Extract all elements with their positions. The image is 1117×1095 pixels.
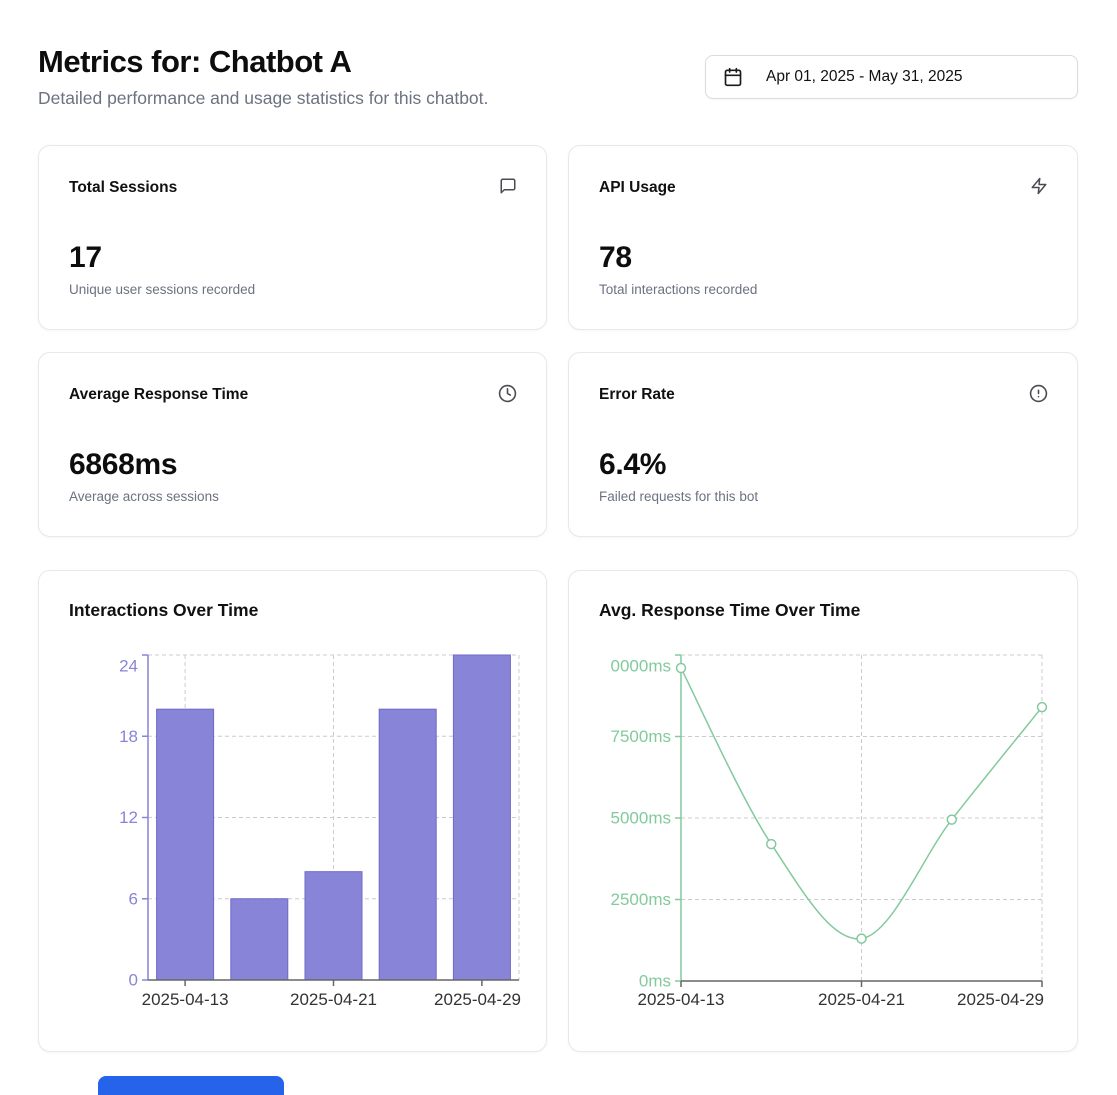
stat-card-description: Average across sessions: [69, 489, 219, 504]
total-sessions-card: Total Sessions 17 Unique user sessions r…: [38, 145, 547, 330]
chart-title: Avg. Response Time Over Time: [599, 600, 860, 621]
api-usage-card: API Usage 78 Total interactions recorded: [568, 145, 1078, 330]
zap-icon: [1030, 177, 1048, 195]
clock-icon: [498, 384, 517, 403]
svg-text:7500ms: 7500ms: [611, 727, 671, 746]
svg-text:2025-04-21: 2025-04-21: [290, 990, 377, 1009]
chart-title: Interactions Over Time: [69, 600, 258, 621]
message-square-icon: [499, 177, 517, 195]
svg-text:24: 24: [119, 657, 138, 676]
svg-text:2025-04-13: 2025-04-13: [142, 990, 229, 1009]
metrics-page: Metrics for: Chatbot A Detailed performa…: [0, 0, 1117, 1095]
stat-card-title: Error Rate: [599, 386, 675, 404]
stat-card-title: Average Response Time: [69, 386, 248, 404]
stat-card-value: 78: [599, 241, 632, 275]
svg-text:0ms: 0ms: [639, 972, 671, 991]
svg-text:6: 6: [129, 889, 138, 908]
page-title: Metrics for: Chatbot A: [38, 44, 351, 80]
partial-bottom-button[interactable]: [98, 1076, 284, 1095]
calendar-icon: [723, 67, 743, 87]
svg-text:2025-04-13: 2025-04-13: [638, 990, 725, 1009]
svg-text:2500ms: 2500ms: [611, 890, 671, 909]
svg-text:12: 12: [119, 808, 138, 827]
svg-text:18: 18: [119, 727, 138, 746]
interactions-bar-chart: 0 6 12 18 24 2025-04-13 2025-04-21 2025-04-29: [39, 631, 548, 1031]
interactions-chart-card: Interactions Over Time 0 6 12 18 24 2025-04-1…: [38, 570, 547, 1052]
response-time-line-chart: 0ms 2500ms 5000ms 7500ms 0000ms 2025-04-13 202…: [569, 631, 1079, 1031]
svg-text:0: 0: [129, 971, 138, 990]
stat-card-title: API Usage: [599, 179, 676, 197]
page-subtitle: Detailed performance and usage statistic…: [38, 88, 488, 109]
svg-text:2025-04-29: 2025-04-29: [434, 990, 521, 1009]
alert-circle-icon: [1029, 384, 1048, 403]
stat-card-description: Total interactions recorded: [599, 282, 757, 297]
svg-text:5000ms: 5000ms: [611, 809, 671, 828]
svg-text:2025-04-29: 2025-04-29: [957, 990, 1044, 1009]
stat-card-value: 17: [69, 241, 102, 275]
stat-card-title: Total Sessions: [69, 179, 177, 197]
svg-text:2025-04-21: 2025-04-21: [818, 990, 905, 1009]
stat-card-description: Unique user sessions recorded: [69, 282, 255, 297]
response-time-chart-card: Avg. Response Time Over Time 0ms 2500ms 50…: [568, 570, 1078, 1052]
date-range-picker[interactable]: Apr 01, 2025 - May 31, 2025: [705, 55, 1078, 99]
stat-card-value: 6.4%: [599, 448, 666, 482]
error-rate-card: Error Rate 6.4% Failed requests for this…: [568, 352, 1078, 537]
date-range-label: Apr 01, 2025 - May 31, 2025: [766, 68, 962, 86]
svg-text:0000ms: 0000ms: [611, 657, 671, 676]
stat-card-value: 6868ms: [69, 448, 177, 482]
stat-card-description: Failed requests for this bot: [599, 489, 758, 504]
avg-response-time-card: Average Response Time 6868ms Average acr…: [38, 352, 547, 537]
